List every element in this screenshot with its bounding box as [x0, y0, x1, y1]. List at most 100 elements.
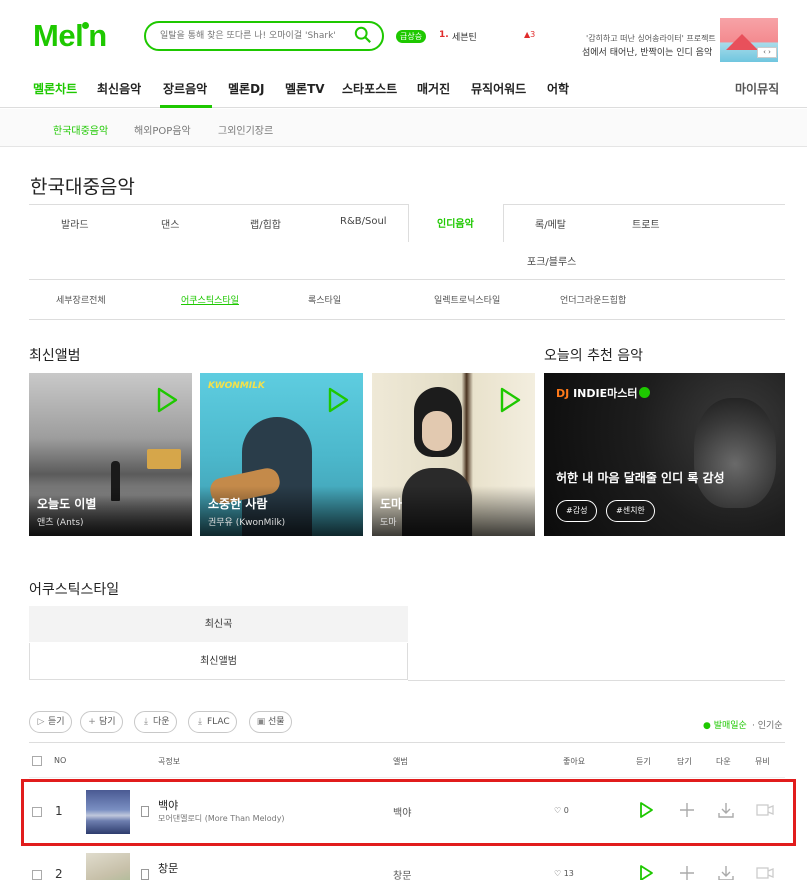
highlight-box [21, 779, 796, 846]
album-artist[interactable]: 도마 [380, 515, 397, 528]
nav-item-award[interactable]: 뮤직어워드 [471, 80, 526, 97]
genre-hiphop[interactable]: 랩/힙합 [250, 216, 281, 231]
genre-table: 발라드 댄스 랩/힙합 R&B/Soul 록/메탈 트로트 포크/블루스 [29, 204, 785, 280]
latest-albums-title: 최신앨범 [29, 348, 81, 364]
heart-icon: ♡ [554, 869, 562, 878]
song-info-icon[interactable] [141, 869, 149, 880]
subgenre-acoustic[interactable]: 어쿠스틱스타일 [181, 293, 239, 306]
play-icon[interactable] [636, 863, 656, 880]
sort-by-popularity[interactable]: · 인기순 [752, 718, 783, 731]
album-artist[interactable]: 권무유 (KwonMilk) [208, 515, 285, 528]
gift-icon: ▣ [256, 717, 266, 727]
play-icon[interactable] [156, 387, 178, 413]
download-all-button[interactable]: ⤓ 다운 [134, 711, 177, 733]
nav-item-starpost[interactable]: 스타포스트 [342, 80, 397, 97]
rising-badge: 급상승 [396, 30, 427, 43]
search-box[interactable] [144, 21, 384, 51]
th-play: 듣기 [636, 757, 651, 766]
rising-change: ▲3 [524, 30, 536, 39]
kwonmilk-logo: KWONMILK [208, 381, 265, 391]
play-icon[interactable] [499, 387, 521, 413]
tag-chip[interactable]: #감성 [556, 500, 598, 522]
select-all-checkbox[interactable] [32, 756, 42, 766]
sort-by-date[interactable]: ● 발매일순 [703, 718, 747, 731]
genre-folk[interactable]: 포크/블루스 [527, 253, 576, 268]
play-icon[interactable] [327, 387, 349, 413]
like-button[interactable]: ♡ 13 [554, 869, 574, 878]
th-song: 곡정보 [158, 757, 181, 766]
dj-playlist-card[interactable]: DJ INDIE마스터 허한 내 마음 달래줄 인디 록 감성 #감성 #센치한 [544, 373, 785, 536]
table-row: 2 창문 창문 ♡ 13 [29, 843, 785, 880]
subnav-other[interactable]: 그외인기장르 [218, 122, 273, 137]
song-album[interactable]: 창문 [393, 867, 411, 880]
album-card[interactable]: 도마 도마 [372, 373, 535, 536]
genre-rnb[interactable]: R&B/Soul [340, 216, 387, 227]
flac-button[interactable]: ⤓ FLAC [188, 711, 237, 733]
page-title: 한국대중음악 [30, 176, 135, 198]
promo-line2[interactable]: 섬에서 태어난, 반짝이는 인디 음악 [582, 45, 712, 58]
nav-item-new[interactable]: 최신음악 [97, 80, 141, 97]
genre-indie-tab[interactable]: 인디음악 [408, 204, 504, 242]
genre-dance[interactable]: 댄스 [161, 216, 179, 231]
plus-icon[interactable] [677, 863, 697, 880]
tab-latest-albums[interactable]: 최신앨범 [29, 643, 408, 680]
play-icon: ▷ [37, 717, 45, 727]
album-thumbnail[interactable] [86, 853, 130, 880]
gift-button[interactable]: ▣ 선물 [249, 711, 292, 733]
nav-item-language[interactable]: 어학 [547, 80, 569, 97]
th-no: NO [54, 756, 67, 765]
plus-icon: + [88, 717, 96, 727]
nav-active-indicator [160, 105, 212, 108]
promo-line1[interactable]: '감히하고 떠난 싱어송라이터' 프로젝트 [586, 33, 716, 44]
nav-item-dj[interactable]: 멜론DJ [228, 80, 265, 97]
genre-rock[interactable]: 록/메탈 [535, 216, 566, 231]
genre-trot[interactable]: 트로트 [632, 216, 660, 231]
album-title[interactable]: 오늘도 이별 [37, 495, 96, 512]
nav-item-chart[interactable]: 멜론차트 [33, 80, 77, 97]
album-card[interactable]: 오늘도 이별 앤츠 (Ants) [29, 373, 192, 536]
th-album: 앨범 [393, 757, 408, 766]
melon-logo[interactable]: Mel n [33, 18, 107, 54]
album-title[interactable]: 도마 [380, 495, 402, 512]
list-tabs: 최신곡 최신앨범 [29, 606, 408, 680]
album-card[interactable]: KWONMILK 소중한 사람 권무유 (KwonMilk) [200, 373, 363, 536]
th-like: 좋아요 [563, 757, 586, 766]
album-artist[interactable]: 앤츠 (Ants) [37, 515, 84, 528]
nav-item-genre[interactable]: 장르음악 [163, 80, 207, 97]
table-header: NO 곡정보 앨범 좋아요 듣기 담기 다운 뮤비 [29, 742, 785, 778]
rising-title[interactable]: 세븐틴 [452, 30, 477, 43]
genre-ballad[interactable]: 발라드 [61, 216, 89, 231]
album-title[interactable]: 소중한 사람 [208, 495, 267, 512]
sub-genre-row: 세부장르전체 어쿠스틱스타일 록스타일 일렉트로닉스타일 언더그라운드힙합 [29, 281, 785, 320]
play-all-button[interactable]: ▷ 듣기 [29, 711, 72, 733]
acoustic-section-title: 어쿠스틱스타일 [29, 582, 120, 598]
subnav-pop[interactable]: 해외POP음악 [134, 122, 191, 137]
subgenre-all[interactable]: 세부장르전체 [56, 293, 106, 306]
face-shape [422, 411, 452, 451]
mountain-shape [726, 34, 758, 50]
sub-nav: 한국대중음악 해외POP음악 그외인기장르 [0, 109, 807, 147]
tab-latest-songs[interactable]: 최신곡 [29, 606, 408, 643]
download-icon: ⤓ [144, 717, 148, 727]
song-title[interactable]: 창문 [158, 860, 178, 876]
nav-item-magazine[interactable]: 매거진 [417, 80, 450, 97]
subgenre-rock[interactable]: 록스타일 [308, 293, 341, 306]
search-icon[interactable] [354, 26, 372, 44]
subnav-korean[interactable]: 한국대중음악 [53, 122, 108, 137]
th-mv: 뮤비 [755, 757, 770, 766]
genre-indie[interactable]: 인디음악 [437, 215, 474, 230]
subgenre-underground[interactable]: 언더그라운드힙합 [560, 293, 626, 306]
add-all-button[interactable]: + 담기 [80, 711, 123, 733]
subgenre-electronic[interactable]: 일렉트로닉스타일 [434, 293, 500, 306]
search-input[interactable] [160, 23, 350, 49]
download-icon[interactable] [716, 863, 736, 880]
tab-divider [408, 680, 785, 681]
row-checkbox[interactable] [32, 870, 42, 880]
video-icon[interactable] [755, 863, 775, 880]
verified-check-icon [639, 387, 651, 398]
dj-playlist-title[interactable]: 허한 내 마음 달래줄 인디 록 감성 [556, 469, 725, 486]
promo-nav-arrows[interactable]: ‹ › [757, 47, 777, 58]
tag-chip[interactable]: #센치한 [606, 500, 655, 522]
nav-item-mymusic[interactable]: 마이뮤직 [735, 80, 779, 97]
nav-item-tv[interactable]: 멜론TV [285, 80, 325, 97]
